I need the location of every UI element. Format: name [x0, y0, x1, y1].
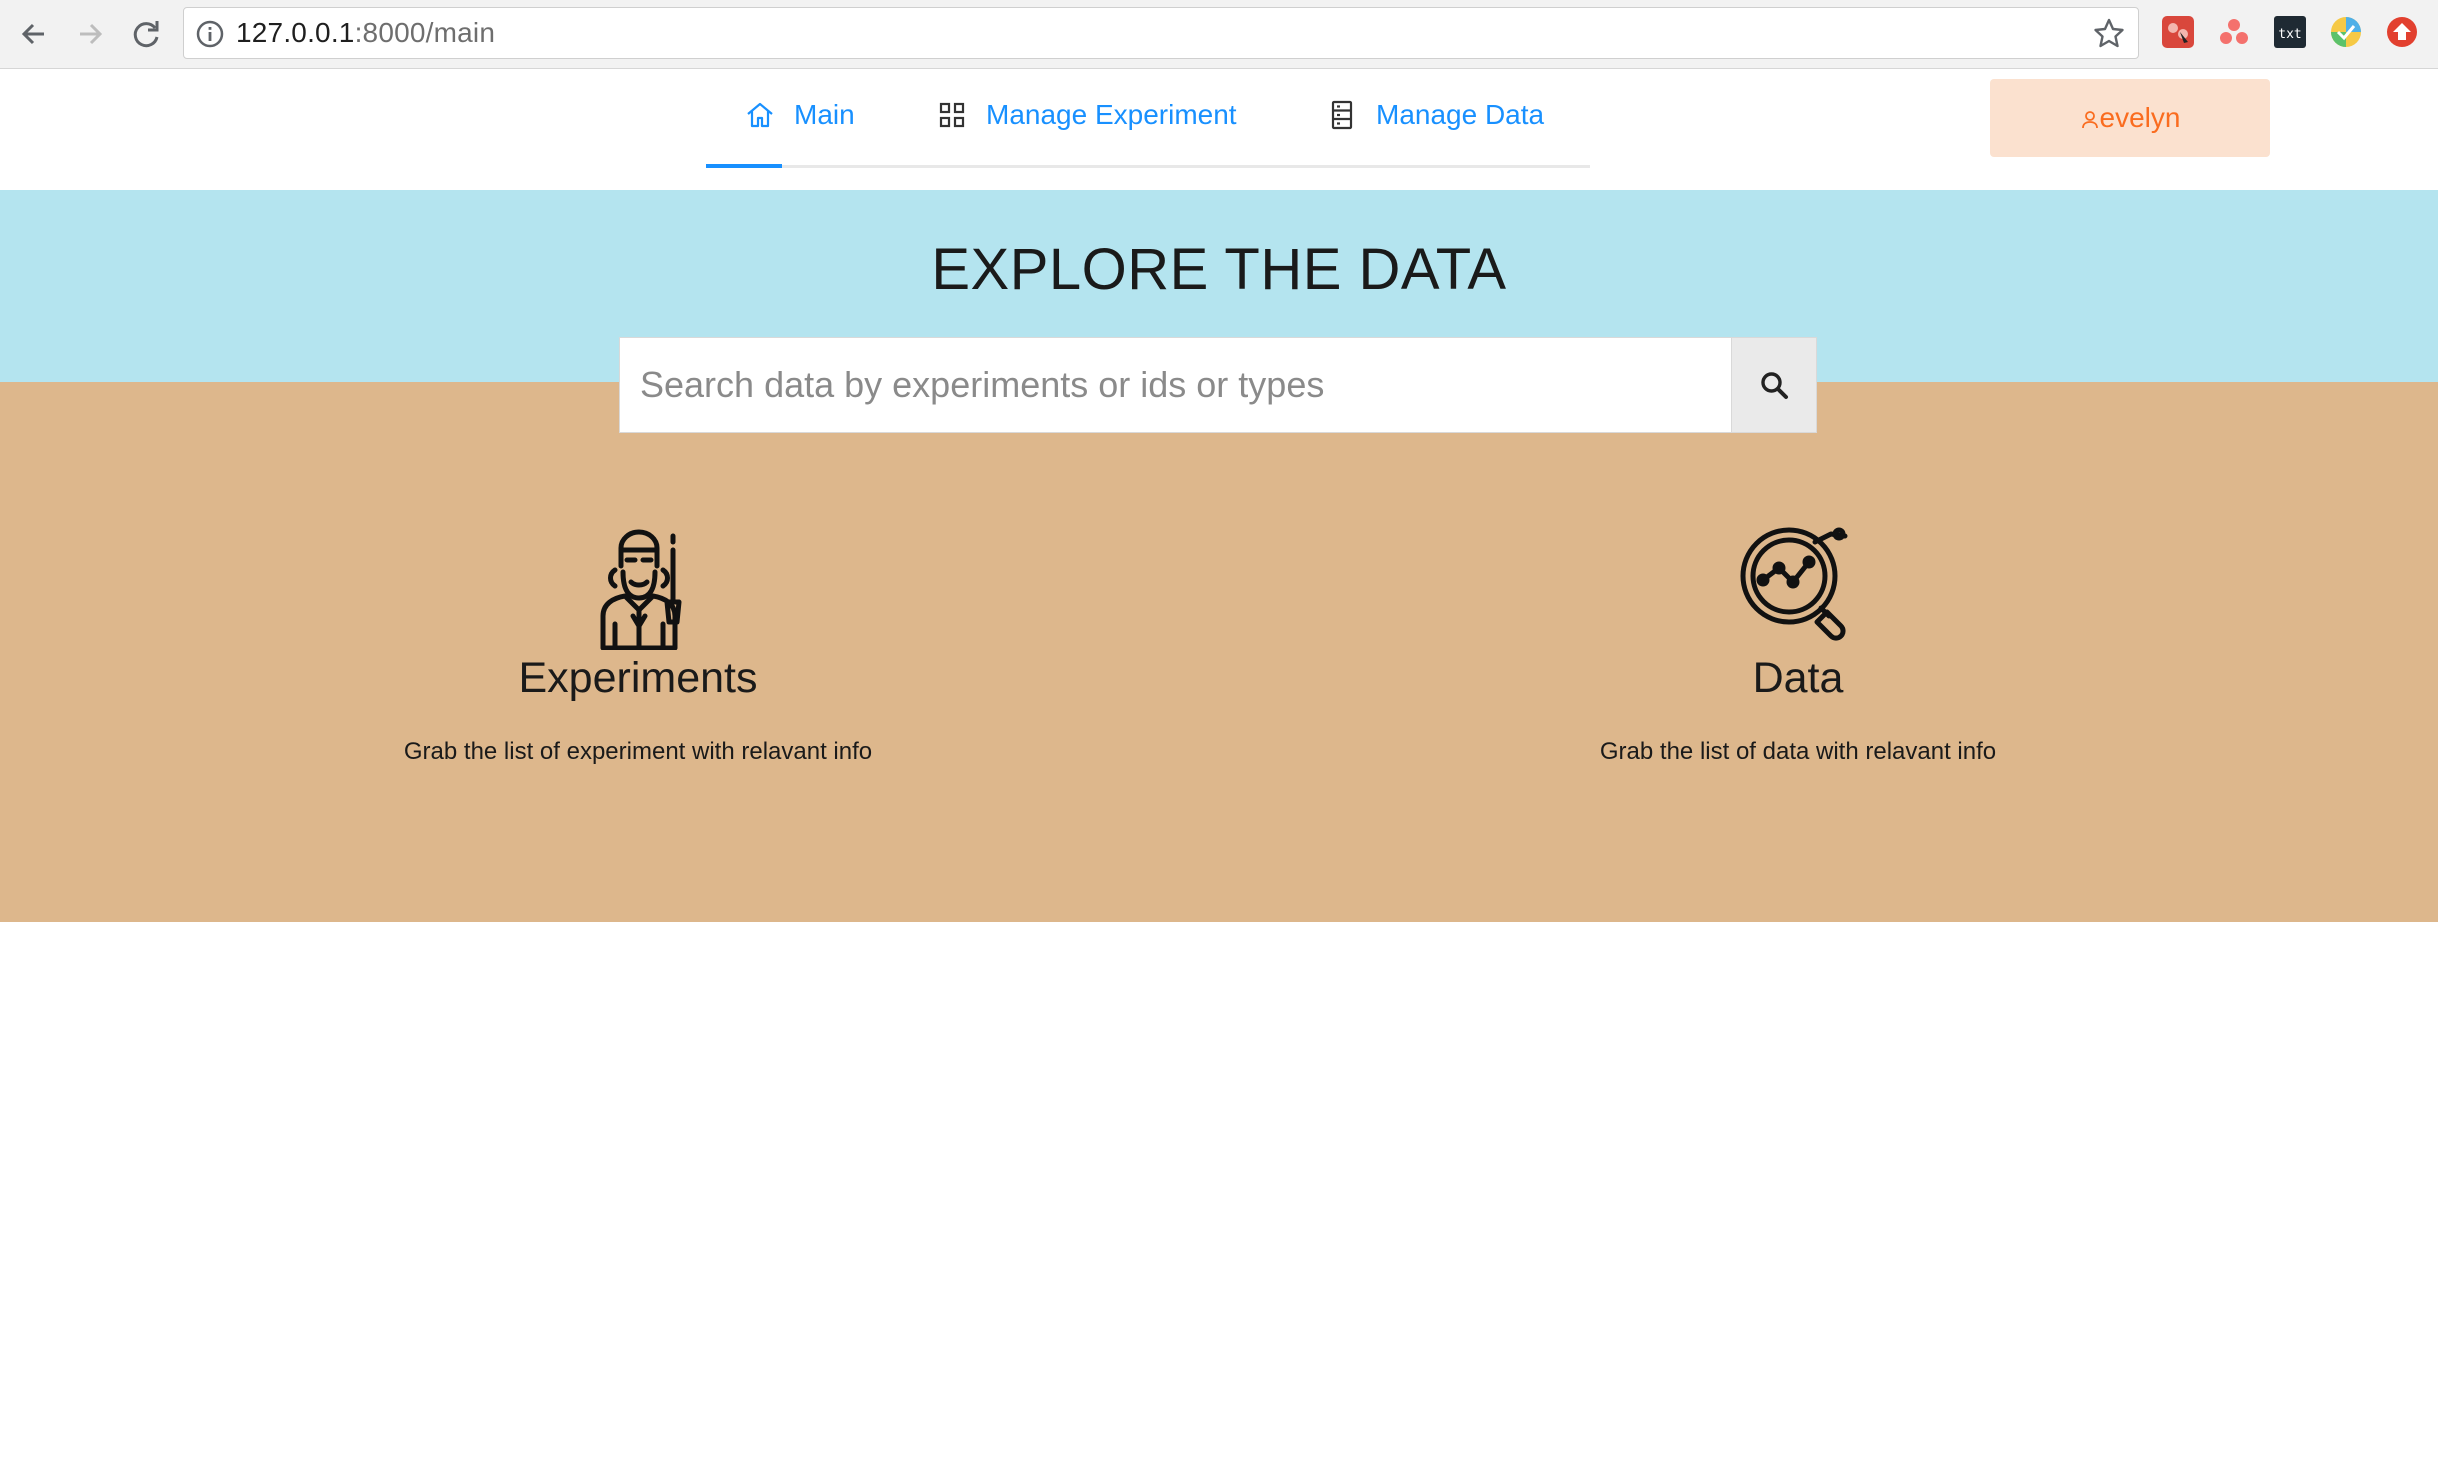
database-icon [1326, 99, 1358, 131]
search-input[interactable] [620, 338, 1730, 432]
forward-button[interactable] [70, 14, 110, 54]
extension-colorful-icon[interactable] [2328, 14, 2364, 50]
bookmark-star-icon[interactable] [2092, 16, 2126, 50]
feature-experiments[interactable]: Experiments Grab the list of experiment … [338, 520, 938, 765]
tab-main-label: Main [794, 99, 855, 130]
feature-data[interactable]: Data Grab the list of data with relavant… [1498, 520, 2098, 765]
svg-text:txt: txt [2278, 27, 2301, 42]
user-icon [2081, 111, 2098, 129]
features-section [0, 382, 2438, 922]
tab-manage-data-label: Manage Data [1376, 99, 1545, 130]
scientist-icon [600, 529, 682, 650]
user-name: evelyn [2099, 102, 2181, 133]
asana-icon[interactable] [2216, 14, 2252, 50]
user-menu-button[interactable]: evelyn [1990, 79, 2270, 157]
nav-tabs: Main Manage Experiment Manage Data [706, 69, 1590, 168]
extension-upload-icon[interactable] [2384, 14, 2420, 50]
home-icon [744, 99, 776, 131]
data-analysis-icon [1740, 527, 1848, 641]
extension-dark-icon[interactable]: txt [2272, 14, 2308, 50]
arrow-right-icon [80, 23, 103, 45]
search-button[interactable] [1731, 338, 1816, 432]
feature-data-title: Data [1752, 654, 1844, 702]
reload-button[interactable] [126, 14, 166, 54]
search-bar [619, 337, 1817, 433]
page-title: EXPLORE THE DATA [931, 237, 1507, 302]
url-text: 127.0.0.1:8000/main [236, 17, 496, 48]
feature-data-description: Grab the list of data with relavant info [1599, 738, 1997, 765]
search-icon [1761, 372, 1788, 399]
arrow-left-icon [21, 23, 44, 45]
grid-icon [936, 99, 968, 131]
browser-toolbar: 127.0.0.1:8000/main txt [0, 0, 2438, 69]
info-icon[interactable] [194, 18, 226, 50]
extension-red-icon[interactable] [2160, 14, 2196, 50]
address-bar[interactable]: 127.0.0.1:8000/main [183, 7, 2139, 59]
feature-experiments-title: Experiments [518, 654, 758, 702]
app-header: Main Manage Experiment Manage Data evely… [0, 69, 2438, 190]
reload-icon [133, 21, 159, 48]
tab-manage-experiment-label: Manage Experiment [986, 99, 1237, 130]
feature-experiments-description: Grab the list of experiment with relavan… [403, 738, 873, 765]
back-button[interactable] [14, 14, 54, 54]
